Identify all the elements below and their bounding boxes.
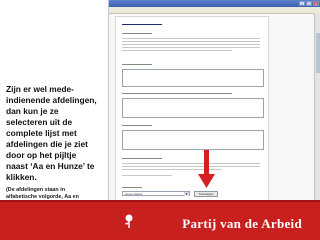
section-label-line xyxy=(122,33,152,34)
departments-select-value: Aa en Hunze xyxy=(125,192,143,196)
section-label-line xyxy=(122,158,162,159)
footer: Partij van de Arbeid xyxy=(0,202,320,240)
blurb-line xyxy=(122,41,260,42)
instruction-text: Zijn er wel mede- indienende afdelingen,… xyxy=(6,84,97,182)
field-label-line xyxy=(122,93,232,94)
maximize-button[interactable]: □ xyxy=(306,1,312,6)
browser-window: – □ × Aa en Hunze ▼ Toevoegen xyxy=(108,0,320,200)
scroll-thumb[interactable] xyxy=(316,33,320,73)
blurb-line xyxy=(122,44,260,45)
blurb-line xyxy=(122,169,222,170)
text-area-2[interactable] xyxy=(122,98,264,118)
blurb-line xyxy=(122,47,260,48)
blurb-line xyxy=(122,166,260,167)
scrollbar[interactable] xyxy=(314,13,320,200)
window-titlebar: – □ × xyxy=(109,0,320,7)
text-area-3[interactable] xyxy=(122,130,264,150)
field-label-line xyxy=(122,187,142,188)
minimize-button[interactable]: – xyxy=(299,1,305,6)
page-heading-line xyxy=(122,24,162,25)
instruction-panel: Zijn er wel mede- indienende afdelingen,… xyxy=(6,84,110,208)
form-page: Aa en Hunze ▼ Toevoegen xyxy=(115,16,269,200)
chevron-down-icon[interactable]: ▼ xyxy=(184,192,189,196)
rose-logo-icon xyxy=(125,214,133,228)
window-controls: – □ × xyxy=(299,1,319,6)
text-area-1[interactable] xyxy=(122,69,264,87)
blurb-line xyxy=(122,175,172,176)
browser-toolbar xyxy=(109,7,320,14)
close-button[interactable]: × xyxy=(313,1,319,6)
brand-name: Partij van de Arbeid xyxy=(182,216,302,231)
blurb-line xyxy=(122,38,260,39)
add-department-button[interactable]: Toevoegen xyxy=(194,191,218,197)
blurb-line xyxy=(122,50,232,51)
blurb-line xyxy=(122,163,260,164)
field-label-line xyxy=(122,125,152,126)
departments-select[interactable]: Aa en Hunze ▼ xyxy=(122,191,190,196)
field-label-line xyxy=(122,64,152,65)
